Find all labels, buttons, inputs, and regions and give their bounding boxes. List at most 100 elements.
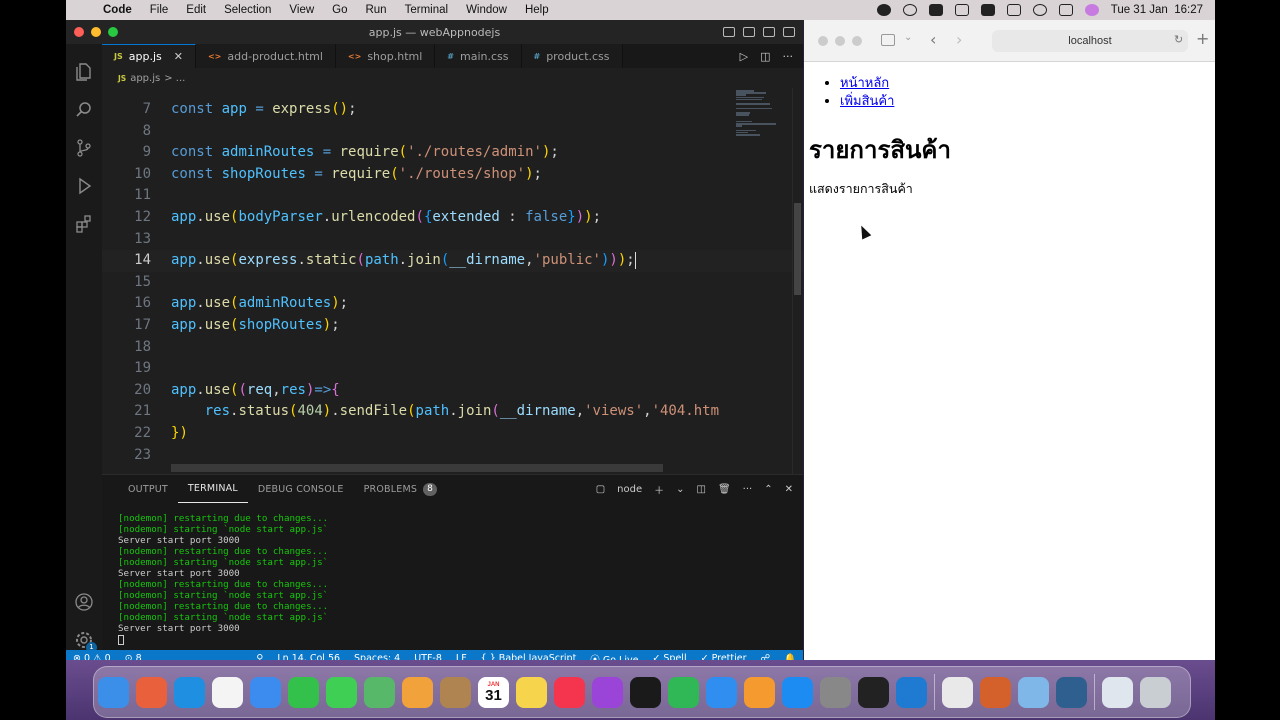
explorer-icon[interactable] bbox=[74, 62, 94, 82]
line-number[interactable]: 12 bbox=[102, 207, 151, 229]
line-number[interactable]: 17 bbox=[102, 315, 151, 337]
vscode-icon[interactable] bbox=[896, 676, 927, 708]
menu-view[interactable]: View bbox=[280, 4, 323, 16]
safari-icon[interactable] bbox=[174, 676, 205, 708]
close-panel-icon[interactable]: ✕ bbox=[785, 484, 793, 495]
code-editor[interactable]: 7 const app = express(); 8 9 const adminRout… bbox=[102, 88, 803, 474]
music-icon[interactable] bbox=[554, 676, 585, 708]
account-icon[interactable] bbox=[74, 592, 94, 612]
code-line[interactable]: 15 bbox=[102, 272, 803, 294]
appstore-icon[interactable] bbox=[782, 676, 813, 708]
toggle-panel-icon[interactable] bbox=[743, 27, 755, 37]
extensions-icon[interactable] bbox=[74, 214, 94, 234]
launchpad-icon[interactable] bbox=[136, 676, 167, 708]
menu-window[interactable]: Window bbox=[457, 4, 516, 16]
code-line[interactable]: 21 res.status(404).sendFile(path.join(__… bbox=[102, 401, 803, 423]
more-actions-icon[interactable]: ··· bbox=[743, 484, 753, 495]
code-line[interactable]: 7 const app = express(); bbox=[102, 99, 803, 121]
creative-cloud-icon[interactable] bbox=[902, 4, 917, 16]
code-line[interactable]: 13 bbox=[102, 229, 803, 251]
tab-shop-html[interactable]: <> shop.html bbox=[335, 44, 436, 68]
chevron-down-icon[interactable]: ⌄ bbox=[904, 32, 912, 43]
preview-icon[interactable] bbox=[1018, 676, 1049, 708]
terminal-output[interactable]: [nodemon] restarting due to changes... [n… bbox=[118, 513, 328, 645]
menu-help[interactable]: Help bbox=[516, 4, 558, 16]
maps-icon[interactable] bbox=[364, 676, 395, 708]
editor-horizontal-scrollbar[interactable] bbox=[171, 464, 663, 472]
close-tab-icon[interactable]: ✕ bbox=[174, 50, 183, 63]
code-line[interactable]: 19 bbox=[102, 358, 803, 380]
line-number[interactable]: 22 bbox=[102, 423, 151, 445]
terminal-icon[interactable] bbox=[858, 676, 889, 708]
trash-icon[interactable]: 🗑 bbox=[718, 484, 731, 495]
code-line[interactable]: 22}) bbox=[102, 423, 803, 445]
line-number[interactable]: 18 bbox=[102, 337, 151, 359]
customize-layout-icon[interactable] bbox=[783, 27, 795, 37]
forward-icon[interactable]: › bbox=[956, 30, 962, 49]
line-number[interactable]: 15 bbox=[102, 272, 151, 294]
contacts-icon[interactable] bbox=[440, 676, 471, 708]
menubar-clock[interactable]: Tue 31 Jan 16:27 bbox=[1111, 4, 1203, 16]
trash-icon[interactable] bbox=[1140, 676, 1171, 708]
tab-terminal[interactable]: TERMINAL bbox=[177, 475, 248, 503]
breadcrumb-file[interactable]: app.js bbox=[130, 73, 160, 84]
terminal-prompt[interactable] bbox=[118, 634, 328, 645]
maximize-panel-icon[interactable]: ⌃ bbox=[764, 484, 772, 495]
line-number[interactable]: 9 bbox=[102, 142, 151, 164]
tab-output[interactable]: OUTPUT bbox=[118, 475, 178, 503]
new-terminal-icon[interactable]: ＋ bbox=[654, 482, 664, 497]
facetime-icon[interactable] bbox=[288, 676, 319, 708]
split-terminal-icon[interactable]: ◫ bbox=[697, 484, 706, 495]
code-line[interactable]: 8 bbox=[102, 121, 803, 143]
line-number[interactable]: 10 bbox=[102, 164, 151, 186]
more-actions-icon[interactable]: ··· bbox=[783, 50, 794, 63]
line-number[interactable]: 21 bbox=[102, 401, 151, 423]
menu-go[interactable]: Go bbox=[323, 4, 356, 16]
siri-icon[interactable] bbox=[1084, 4, 1099, 16]
address-bar[interactable]: localhost bbox=[992, 30, 1188, 52]
back-icon[interactable]: ‹ bbox=[930, 30, 936, 49]
code-line[interactable]: 12 app.use(bodyParser.urlencoded({extende… bbox=[102, 207, 803, 229]
code-line[interactable]: 11 bbox=[102, 185, 803, 207]
scrollbar-thumb[interactable] bbox=[794, 203, 801, 295]
record-icon[interactable] bbox=[876, 4, 891, 16]
minimize-window-button[interactable] bbox=[91, 27, 101, 37]
spotlight-search-icon[interactable] bbox=[1032, 4, 1047, 16]
menu-app-name[interactable]: Code bbox=[94, 4, 141, 16]
calendar-icon[interactable]: JAN 31 bbox=[478, 676, 509, 708]
source-control-icon[interactable] bbox=[74, 138, 94, 158]
line-number[interactable]: 7 bbox=[102, 99, 151, 121]
menu-run[interactable]: Run bbox=[356, 4, 395, 16]
terminal-shell-label[interactable]: node bbox=[617, 484, 642, 495]
close-window-button[interactable] bbox=[818, 36, 828, 46]
split-editor-icon[interactable]: ◫ bbox=[760, 50, 770, 63]
tab-app-js[interactable]: JS app.js ✕ bbox=[102, 44, 196, 68]
zoom-window-button[interactable] bbox=[108, 27, 118, 37]
code-line[interactable]: 18 bbox=[102, 337, 803, 359]
control-center-icon[interactable] bbox=[1058, 4, 1073, 16]
battery-icon[interactable] bbox=[980, 4, 995, 16]
line-number[interactable]: 23 bbox=[102, 445, 151, 467]
run-debug-icon[interactable] bbox=[74, 176, 94, 196]
menu-edit[interactable]: Edit bbox=[177, 4, 215, 16]
zoom-window-button[interactable] bbox=[852, 36, 862, 46]
podcasts-icon[interactable] bbox=[592, 676, 623, 708]
line-number[interactable]: 8 bbox=[102, 121, 151, 143]
line-number[interactable]: 19 bbox=[102, 358, 151, 380]
tab-product-css[interactable]: # product.css bbox=[521, 44, 623, 68]
code-line[interactable]: 9 const adminRoutes = require('./routes/a… bbox=[102, 142, 803, 164]
code-line[interactable]: 14 app.use(express.static(path.join(__dir… bbox=[102, 250, 803, 272]
line-number[interactable]: 13 bbox=[102, 229, 151, 251]
run-file-icon[interactable]: ▷ bbox=[740, 50, 748, 63]
keynote-icon[interactable] bbox=[706, 676, 737, 708]
settings-icon[interactable] bbox=[820, 676, 851, 708]
line-number[interactable]: 14 bbox=[102, 250, 151, 272]
tv-icon[interactable] bbox=[630, 676, 661, 708]
reminders-icon[interactable] bbox=[212, 676, 243, 708]
messages-icon[interactable] bbox=[326, 676, 357, 708]
line-number[interactable]: 11 bbox=[102, 185, 151, 207]
breadcrumb-rest[interactable]: > ... bbox=[164, 73, 185, 84]
chevron-down-icon[interactable]: ⌄ bbox=[676, 484, 684, 495]
code-line[interactable]: 20 app.use((req,res)=>{ bbox=[102, 380, 803, 402]
mail-icon[interactable] bbox=[250, 676, 281, 708]
